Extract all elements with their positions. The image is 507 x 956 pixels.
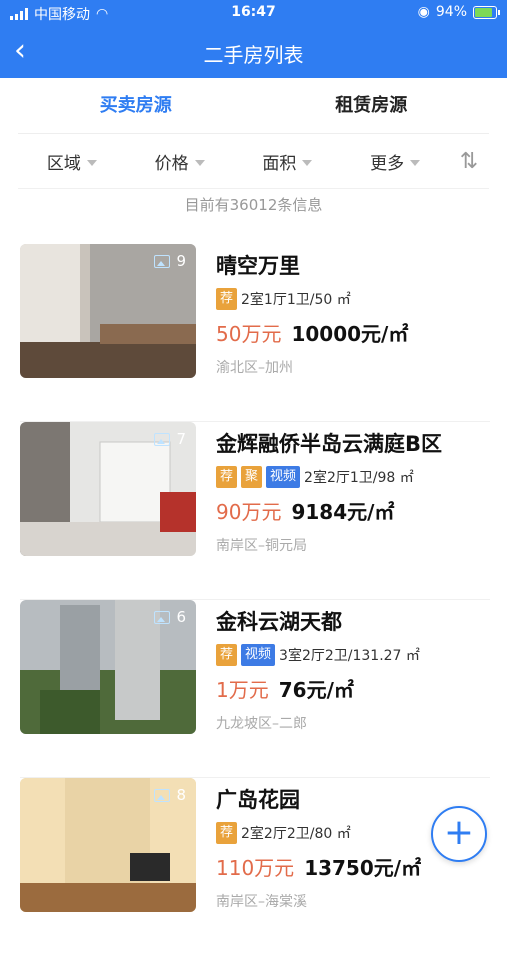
photo-count-value: 6 <box>176 608 186 626</box>
tag-recommended: 荐 <box>216 466 238 488</box>
listing-price: 1万元 <box>216 678 269 702</box>
listing-location: 九龙坡区–二郎 <box>216 716 307 732</box>
image-icon <box>154 254 171 268</box>
filter-more[interactable]: 更多 <box>341 149 449 174</box>
filter-more-label: 更多 <box>370 153 405 174</box>
listing-title: 晴空万里 <box>216 254 300 278</box>
tag-video: 视频 <box>266 466 301 488</box>
filter-area[interactable]: 区域 <box>18 149 126 174</box>
listing-photo[interactable]: 7 <box>20 422 196 556</box>
image-icon <box>154 788 171 802</box>
battery-icon <box>473 5 500 19</box>
tag-video: 视频 <box>241 644 276 666</box>
listing-layout: 2室1厅1卫/50 ㎡ <box>241 292 351 308</box>
listing-layout: 3室2厅2卫/131.27 ㎡ <box>279 648 420 664</box>
caret-down-icon <box>86 159 97 166</box>
listing-photo[interactable]: 6 <box>20 600 196 734</box>
photo-count-value: 8 <box>176 786 186 804</box>
alarm-icon: ◉ <box>417 4 430 20</box>
list-item[interactable]: 7 金辉融侨半岛云满庭B区 荐 聚 视频 2室2厅1卫/98 ㎡ 90万元 91… <box>20 422 490 600</box>
photo-count: 6 <box>154 608 186 626</box>
caret-down-icon <box>302 159 313 166</box>
tag-recommended: 荐 <box>216 822 238 844</box>
listing-price: 90万元 <box>216 500 282 524</box>
battery-percent: 94% <box>435 4 467 20</box>
listing-title: 金科云湖天都 <box>216 610 342 634</box>
photo-count-value: 9 <box>176 252 186 270</box>
nav-bar: ‹ 二手房列表 <box>0 26 507 78</box>
filter-price[interactable]: 价格 <box>126 149 234 174</box>
listing-unit-price: 10000元/㎡ <box>291 322 409 346</box>
listing-photo[interactable]: 9 <box>20 244 196 378</box>
listing-layout: 2室2厅2卫/80 ㎡ <box>241 826 351 842</box>
listing-location: 南岸区–铜元局 <box>216 538 307 554</box>
header: 中国移动 ◠ 16:47 ◉ 94% ‹ 二手房列表 <box>0 0 507 78</box>
page-title: 二手房列表 <box>203 43 304 67</box>
tag-ju: 聚 <box>241 466 263 488</box>
tabs: 买卖房源 租赁房源 <box>18 78 489 134</box>
add-listing-button[interactable]: + <box>431 806 487 862</box>
tag-recommended: 荐 <box>216 644 238 666</box>
filter-size-label: 面积 <box>262 153 297 174</box>
listing-title: 金辉融侨半岛云满庭B区 <box>216 432 443 456</box>
listing-unit-price: 13750元/㎡ <box>304 856 422 880</box>
listing-layout: 2室2厅1卫/98 ㎡ <box>304 470 414 486</box>
listing-price: 50万元 <box>216 322 282 346</box>
list-item[interactable]: 6 金科云湖天都 荐 视频 3室2厅2卫/131.27 ㎡ 1万元 76元/㎡ … <box>20 600 490 778</box>
listing-photo[interactable]: 8 <box>20 778 196 912</box>
sort-icon[interactable]: ⇅ <box>449 149 489 174</box>
status-bar: 中国移动 ◠ 16:47 ◉ 94% <box>0 0 507 26</box>
caret-down-icon <box>194 159 205 166</box>
list-item[interactable]: 9 晴空万里 荐 2室1厅1卫/50 ㎡ 50万元 10000元/㎡ 渝北区–加… <box>20 244 490 422</box>
tab-rent[interactable]: 租赁房源 <box>254 78 490 133</box>
image-icon <box>154 432 171 446</box>
image-icon <box>154 610 171 624</box>
photo-count: 7 <box>154 430 186 448</box>
tab-buy-sell[interactable]: 买卖房源 <box>18 78 254 133</box>
filter-price-label: 价格 <box>154 153 189 174</box>
photo-count: 9 <box>154 252 186 270</box>
filter-size[interactable]: 面积 <box>234 149 342 174</box>
filter-bar: 区域 价格 面积 更多 ⇅ <box>18 134 489 189</box>
listing-location: 渝北区–加州 <box>216 360 293 376</box>
caret-down-icon <box>410 159 421 166</box>
photo-count-value: 7 <box>176 430 186 448</box>
listing-unit-price: 9184元/㎡ <box>291 500 395 524</box>
list-item[interactable]: 8 广岛花园 荐 2室2厅2卫/80 ㎡ 110万元 13750元/㎡ 南岸区–… <box>20 778 490 956</box>
listing-price: 110万元 <box>216 856 295 880</box>
tag-recommended: 荐 <box>216 288 238 310</box>
listing-location: 南岸区–海棠溪 <box>216 894 307 910</box>
photo-count: 8 <box>154 786 186 804</box>
listing-unit-price: 76元/㎡ <box>278 678 354 702</box>
filter-area-label: 区域 <box>46 153 81 174</box>
result-count: 目前有36012条信息 <box>184 196 323 214</box>
